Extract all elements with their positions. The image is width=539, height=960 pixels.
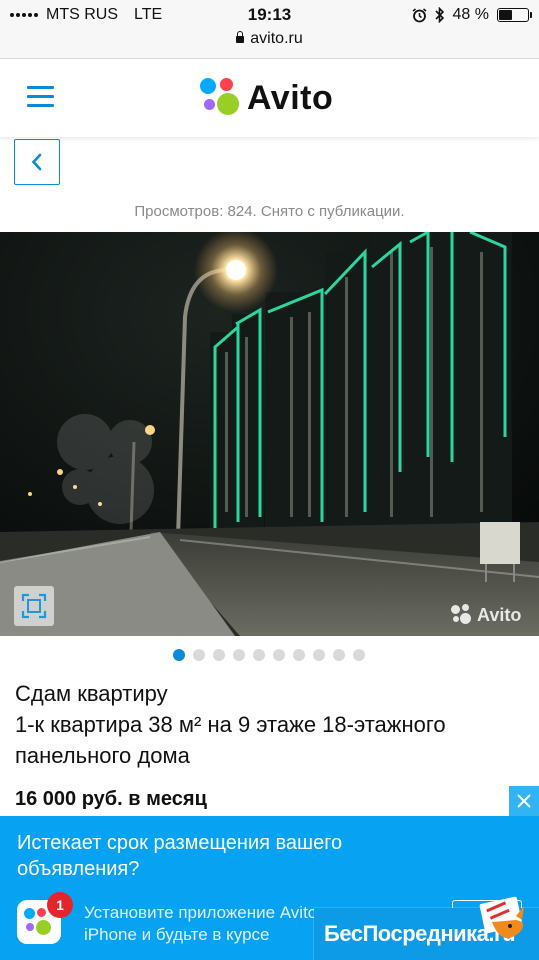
chevron-left-icon [31, 153, 42, 171]
back-button[interactable] [14, 139, 60, 185]
close-button[interactable] [509, 786, 539, 816]
photo-dot[interactable] [293, 649, 305, 661]
fox-mascot-icon [479, 896, 524, 939]
fullscreen-button[interactable] [14, 586, 54, 626]
logo-text: Avito [247, 78, 334, 117]
photo-dot[interactable] [253, 649, 265, 661]
watermark-dots-icon [451, 604, 473, 626]
photo-dot[interactable] [193, 649, 205, 661]
battery-percent: 48 % [452, 6, 489, 23]
listing-title: Сдам квартиру 1-к квартира 38 м² на 9 эт… [15, 678, 525, 771]
menu-icon[interactable] [27, 86, 54, 108]
photo-dot[interactable] [213, 649, 225, 661]
logo-dots-icon [199, 77, 241, 119]
night-buildings-photo [0, 232, 539, 636]
url-text: avito.ru [250, 30, 303, 47]
notification-badge: 1 [47, 892, 73, 918]
photo-pagination [173, 649, 365, 661]
expand-icon [21, 593, 47, 619]
status-right: 48 % [412, 6, 532, 24]
photo-dot[interactable] [353, 649, 365, 661]
views-status: Просмотров: 824. Снято с публикации. [134, 203, 405, 220]
bluetooth-icon [434, 7, 444, 23]
close-icon [517, 794, 531, 808]
address-bar[interactable]: avito.ru [0, 30, 539, 48]
battery-icon [497, 8, 532, 22]
watermark-text: Avito [477, 604, 522, 625]
listing-photo[interactable] [0, 232, 539, 636]
site-header: Avito [0, 59, 539, 137]
listing-title-details: 1-к квартира 38 м² на 9 этаже 18-этажног… [15, 712, 446, 768]
photo-watermark: Avito [451, 604, 521, 626]
listing-title-main: Сдам квартиру [15, 681, 168, 706]
photo-dot[interactable] [173, 649, 185, 661]
photo-dot[interactable] [333, 649, 345, 661]
lock-icon [236, 31, 245, 43]
status-bar: MTS RUS LTE 19:13 48 % avito.ru [0, 0, 539, 59]
overlay-brand-text: БесПосредника [324, 921, 489, 946]
photo-dot[interactable] [233, 649, 245, 661]
alarm-icon [412, 7, 427, 22]
photo-dot[interactable] [273, 649, 285, 661]
banner-headline: Истекает срок размещения вашего объявлен… [17, 832, 343, 880]
photo-dot[interactable] [313, 649, 325, 661]
avito-logo[interactable]: Avito [199, 77, 333, 119]
listing-price: 16 000 руб. в месяц [15, 788, 207, 810]
